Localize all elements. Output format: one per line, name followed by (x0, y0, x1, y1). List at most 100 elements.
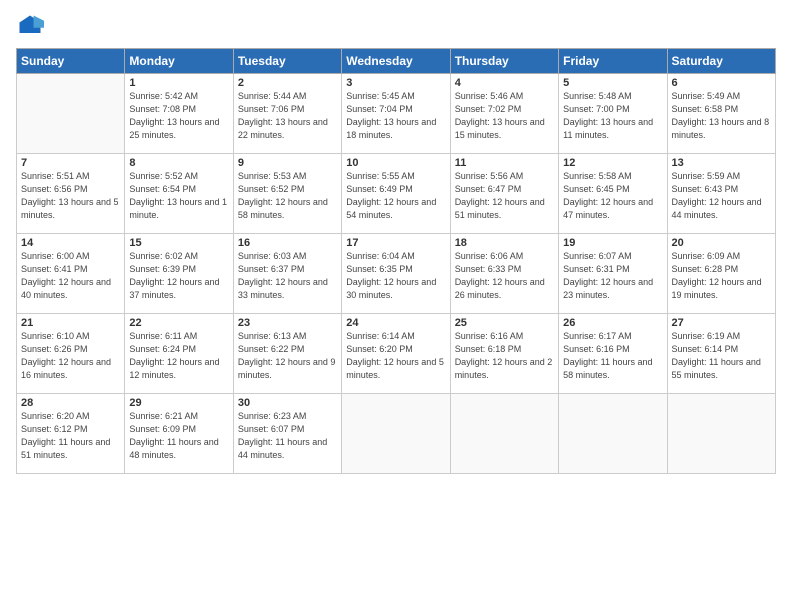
day-cell: 21Sunrise: 6:10 AM Sunset: 6:26 PM Dayli… (17, 314, 125, 394)
day-cell: 27Sunrise: 6:19 AM Sunset: 6:14 PM Dayli… (667, 314, 775, 394)
day-cell: 9Sunrise: 5:53 AM Sunset: 6:52 PM Daylig… (233, 154, 341, 234)
day-cell: 22Sunrise: 6:11 AM Sunset: 6:24 PM Dayli… (125, 314, 233, 394)
day-cell: 6Sunrise: 5:49 AM Sunset: 6:58 PM Daylig… (667, 74, 775, 154)
day-cell: 10Sunrise: 5:55 AM Sunset: 6:49 PM Dayli… (342, 154, 450, 234)
day-info: Sunrise: 5:42 AM Sunset: 7:08 PM Dayligh… (129, 90, 228, 142)
day-number: 14 (21, 237, 120, 249)
day-cell: 5Sunrise: 5:48 AM Sunset: 7:00 PM Daylig… (559, 74, 667, 154)
header (16, 12, 776, 40)
page: SundayMondayTuesdayWednesdayThursdayFrid… (0, 0, 792, 612)
day-number: 16 (238, 237, 337, 249)
day-cell: 30Sunrise: 6:23 AM Sunset: 6:07 PM Dayli… (233, 394, 341, 474)
day-info: Sunrise: 5:48 AM Sunset: 7:00 PM Dayligh… (563, 90, 662, 142)
calendar-table: SundayMondayTuesdayWednesdayThursdayFrid… (16, 48, 776, 474)
day-number: 15 (129, 237, 228, 249)
day-info: Sunrise: 6:09 AM Sunset: 6:28 PM Dayligh… (672, 250, 771, 302)
col-header-tuesday: Tuesday (233, 49, 341, 74)
day-cell: 13Sunrise: 5:59 AM Sunset: 6:43 PM Dayli… (667, 154, 775, 234)
day-number: 9 (238, 157, 337, 169)
col-header-wednesday: Wednesday (342, 49, 450, 74)
logo (16, 12, 48, 40)
day-cell: 4Sunrise: 5:46 AM Sunset: 7:02 PM Daylig… (450, 74, 558, 154)
day-info: Sunrise: 6:17 AM Sunset: 6:16 PM Dayligh… (563, 330, 662, 382)
day-number: 8 (129, 157, 228, 169)
day-cell (17, 74, 125, 154)
day-info: Sunrise: 6:14 AM Sunset: 6:20 PM Dayligh… (346, 330, 445, 382)
day-number: 5 (563, 77, 662, 89)
day-cell: 17Sunrise: 6:04 AM Sunset: 6:35 PM Dayli… (342, 234, 450, 314)
day-cell: 18Sunrise: 6:06 AM Sunset: 6:33 PM Dayli… (450, 234, 558, 314)
day-info: Sunrise: 5:52 AM Sunset: 6:54 PM Dayligh… (129, 170, 228, 222)
day-info: Sunrise: 5:49 AM Sunset: 6:58 PM Dayligh… (672, 90, 771, 142)
day-info: Sunrise: 6:06 AM Sunset: 6:33 PM Dayligh… (455, 250, 554, 302)
day-info: Sunrise: 5:53 AM Sunset: 6:52 PM Dayligh… (238, 170, 337, 222)
day-number: 20 (672, 237, 771, 249)
day-info: Sunrise: 6:23 AM Sunset: 6:07 PM Dayligh… (238, 410, 337, 462)
day-number: 13 (672, 157, 771, 169)
day-number: 29 (129, 397, 228, 409)
day-number: 18 (455, 237, 554, 249)
day-number: 3 (346, 77, 445, 89)
day-number: 11 (455, 157, 554, 169)
week-row-0: 1Sunrise: 5:42 AM Sunset: 7:08 PM Daylig… (17, 74, 776, 154)
day-number: 22 (129, 317, 228, 329)
day-number: 27 (672, 317, 771, 329)
day-cell (342, 394, 450, 474)
week-row-3: 21Sunrise: 6:10 AM Sunset: 6:26 PM Dayli… (17, 314, 776, 394)
day-number: 24 (346, 317, 445, 329)
day-number: 12 (563, 157, 662, 169)
col-header-saturday: Saturday (667, 49, 775, 74)
day-cell: 26Sunrise: 6:17 AM Sunset: 6:16 PM Dayli… (559, 314, 667, 394)
day-cell: 24Sunrise: 6:14 AM Sunset: 6:20 PM Dayli… (342, 314, 450, 394)
day-info: Sunrise: 6:03 AM Sunset: 6:37 PM Dayligh… (238, 250, 337, 302)
day-info: Sunrise: 6:13 AM Sunset: 6:22 PM Dayligh… (238, 330, 337, 382)
day-cell: 14Sunrise: 6:00 AM Sunset: 6:41 PM Dayli… (17, 234, 125, 314)
day-info: Sunrise: 5:44 AM Sunset: 7:06 PM Dayligh… (238, 90, 337, 142)
day-cell: 23Sunrise: 6:13 AM Sunset: 6:22 PM Dayli… (233, 314, 341, 394)
day-cell: 20Sunrise: 6:09 AM Sunset: 6:28 PM Dayli… (667, 234, 775, 314)
day-info: Sunrise: 6:00 AM Sunset: 6:41 PM Dayligh… (21, 250, 120, 302)
day-number: 10 (346, 157, 445, 169)
day-cell: 11Sunrise: 5:56 AM Sunset: 6:47 PM Dayli… (450, 154, 558, 234)
day-info: Sunrise: 5:45 AM Sunset: 7:04 PM Dayligh… (346, 90, 445, 142)
day-cell: 29Sunrise: 6:21 AM Sunset: 6:09 PM Dayli… (125, 394, 233, 474)
col-header-friday: Friday (559, 49, 667, 74)
day-number: 1 (129, 77, 228, 89)
day-cell (667, 394, 775, 474)
day-number: 6 (672, 77, 771, 89)
day-cell: 25Sunrise: 6:16 AM Sunset: 6:18 PM Dayli… (450, 314, 558, 394)
day-info: Sunrise: 6:16 AM Sunset: 6:18 PM Dayligh… (455, 330, 554, 382)
header-row: SundayMondayTuesdayWednesdayThursdayFrid… (17, 49, 776, 74)
day-info: Sunrise: 6:21 AM Sunset: 6:09 PM Dayligh… (129, 410, 228, 462)
col-header-monday: Monday (125, 49, 233, 74)
day-cell: 7Sunrise: 5:51 AM Sunset: 6:56 PM Daylig… (17, 154, 125, 234)
day-info: Sunrise: 6:20 AM Sunset: 6:12 PM Dayligh… (21, 410, 120, 462)
day-info: Sunrise: 6:07 AM Sunset: 6:31 PM Dayligh… (563, 250, 662, 302)
day-number: 2 (238, 77, 337, 89)
day-cell: 19Sunrise: 6:07 AM Sunset: 6:31 PM Dayli… (559, 234, 667, 314)
day-cell (450, 394, 558, 474)
week-row-4: 28Sunrise: 6:20 AM Sunset: 6:12 PM Dayli… (17, 394, 776, 474)
day-number: 23 (238, 317, 337, 329)
day-info: Sunrise: 6:19 AM Sunset: 6:14 PM Dayligh… (672, 330, 771, 382)
day-info: Sunrise: 5:55 AM Sunset: 6:49 PM Dayligh… (346, 170, 445, 222)
day-number: 26 (563, 317, 662, 329)
day-number: 19 (563, 237, 662, 249)
day-info: Sunrise: 5:51 AM Sunset: 6:56 PM Dayligh… (21, 170, 120, 222)
day-cell: 1Sunrise: 5:42 AM Sunset: 7:08 PM Daylig… (125, 74, 233, 154)
day-cell: 12Sunrise: 5:58 AM Sunset: 6:45 PM Dayli… (559, 154, 667, 234)
day-number: 17 (346, 237, 445, 249)
day-info: Sunrise: 6:10 AM Sunset: 6:26 PM Dayligh… (21, 330, 120, 382)
col-header-thursday: Thursday (450, 49, 558, 74)
week-row-1: 7Sunrise: 5:51 AM Sunset: 6:56 PM Daylig… (17, 154, 776, 234)
day-number: 30 (238, 397, 337, 409)
day-info: Sunrise: 5:46 AM Sunset: 7:02 PM Dayligh… (455, 90, 554, 142)
logo-icon (16, 12, 44, 40)
day-cell: 3Sunrise: 5:45 AM Sunset: 7:04 PM Daylig… (342, 74, 450, 154)
day-number: 21 (21, 317, 120, 329)
col-header-sunday: Sunday (17, 49, 125, 74)
week-row-2: 14Sunrise: 6:00 AM Sunset: 6:41 PM Dayli… (17, 234, 776, 314)
day-info: Sunrise: 5:59 AM Sunset: 6:43 PM Dayligh… (672, 170, 771, 222)
day-info: Sunrise: 6:04 AM Sunset: 6:35 PM Dayligh… (346, 250, 445, 302)
day-cell (559, 394, 667, 474)
